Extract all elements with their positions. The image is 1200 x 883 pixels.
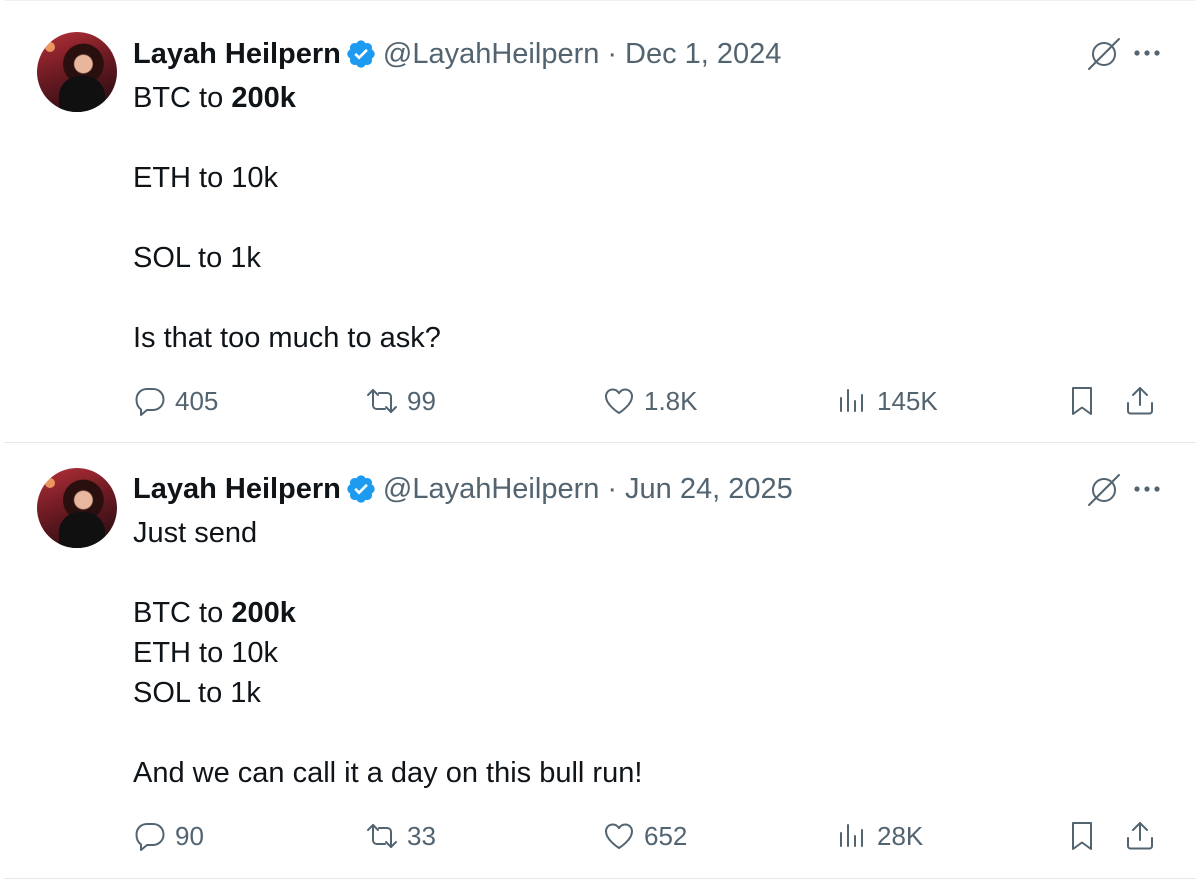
author-handle[interactable]: @LayahHeilpern bbox=[383, 36, 599, 72]
views-button[interactable]: 145K bbox=[835, 381, 938, 421]
tweet-line: Is that too much to ask? bbox=[133, 322, 441, 354]
tweet-text: Just send BTC to 200k ETH to 10k SOL to … bbox=[133, 513, 642, 793]
tweet-text: BTC to 200k ETH to 10k SOL to 1k Is that… bbox=[133, 78, 441, 358]
views-count: 145K bbox=[877, 385, 938, 416]
verified-badge-icon bbox=[347, 475, 375, 503]
tweet-line: Just send bbox=[133, 517, 258, 549]
grok-icon[interactable] bbox=[1084, 34, 1124, 74]
reply-count: 405 bbox=[175, 385, 219, 416]
action-bar: 90 33 652 28K bbox=[133, 816, 1164, 856]
like-count: 652 bbox=[644, 820, 688, 851]
more-icon[interactable] bbox=[1130, 36, 1164, 70]
tweet[interactable]: Layah Heilpern @LayahHeilpern · Jun 24, … bbox=[4, 442, 1196, 879]
views-icon bbox=[840, 389, 863, 412]
repost-button[interactable]: 33 bbox=[365, 816, 436, 856]
author-name[interactable]: Layah Heilpern bbox=[133, 471, 341, 507]
author-name[interactable]: Layah Heilpern bbox=[133, 36, 341, 72]
tweet-line-text: BTC to bbox=[133, 597, 232, 629]
tweet-line: ETH to 10k bbox=[133, 637, 279, 669]
tweet-line: SOL to 1k bbox=[133, 677, 261, 709]
reply-icon bbox=[135, 823, 165, 851]
tweet-line-text: BTC to bbox=[133, 82, 232, 114]
tweet[interactable]: Layah Heilpern @LayahHeilpern · Dec 1, 2… bbox=[4, 0, 1196, 443]
author-handle[interactable]: @LayahHeilpern bbox=[383, 471, 599, 507]
repost-icon bbox=[367, 389, 397, 413]
bookmark-icon bbox=[1072, 822, 1092, 850]
avatar[interactable] bbox=[37, 32, 117, 112]
tweet-date[interactable]: Dec 1, 2024 bbox=[625, 36, 781, 72]
repost-count: 33 bbox=[407, 820, 436, 851]
separator-dot: · bbox=[607, 473, 618, 505]
more-icon[interactable] bbox=[1130, 472, 1164, 506]
bookmark-button[interactable] bbox=[1065, 816, 1099, 856]
tweet-date[interactable]: Jun 24, 2025 bbox=[625, 471, 793, 507]
avatar[interactable] bbox=[37, 468, 117, 548]
views-button[interactable]: 28K bbox=[835, 816, 923, 856]
share-button[interactable] bbox=[1123, 816, 1157, 856]
repost-icon bbox=[367, 824, 397, 848]
verified-badge-icon bbox=[347, 40, 375, 68]
reply-button[interactable]: 90 bbox=[133, 816, 204, 856]
like-icon bbox=[605, 388, 633, 414]
repost-button[interactable]: 99 bbox=[365, 381, 436, 421]
repost-count: 99 bbox=[407, 385, 436, 416]
tweet-header: Layah Heilpern @LayahHeilpern · Dec 1, 2… bbox=[133, 36, 781, 72]
like-count: 1.8K bbox=[644, 385, 698, 416]
tweet-line: SOL to 1k bbox=[133, 242, 261, 274]
tweet-line-bold: 200k bbox=[231, 597, 296, 629]
like-button[interactable]: 1.8K bbox=[602, 381, 698, 421]
reply-button[interactable]: 405 bbox=[133, 381, 218, 421]
like-button[interactable]: 652 bbox=[602, 816, 687, 856]
share-icon bbox=[1127, 387, 1153, 415]
like-icon bbox=[605, 823, 633, 849]
tweet-line: BTC to 200k bbox=[133, 593, 642, 633]
tweet-line: BTC to 200k bbox=[133, 78, 441, 118]
tweet-line: And we can call it a day on this bull ru… bbox=[133, 757, 643, 789]
reply-count: 90 bbox=[175, 820, 204, 851]
share-icon bbox=[1127, 822, 1153, 850]
tweet-header: Layah Heilpern @LayahHeilpern · Jun 24, … bbox=[133, 471, 793, 507]
separator-dot: · bbox=[607, 38, 618, 70]
action-bar: 405 99 1.8K 145K bbox=[133, 381, 1164, 421]
tweet-line: ETH to 10k bbox=[133, 162, 279, 194]
bookmark-icon bbox=[1072, 387, 1092, 415]
views-icon bbox=[840, 824, 863, 847]
reply-icon bbox=[135, 388, 165, 416]
grok-icon[interactable] bbox=[1084, 470, 1124, 510]
tweet-line-bold: 200k bbox=[231, 82, 296, 114]
bookmark-button[interactable] bbox=[1065, 381, 1099, 421]
share-button[interactable] bbox=[1123, 381, 1157, 421]
views-count: 28K bbox=[877, 820, 924, 851]
timeline: Layah Heilpern @LayahHeilpern · Dec 1, 2… bbox=[0, 0, 1200, 883]
